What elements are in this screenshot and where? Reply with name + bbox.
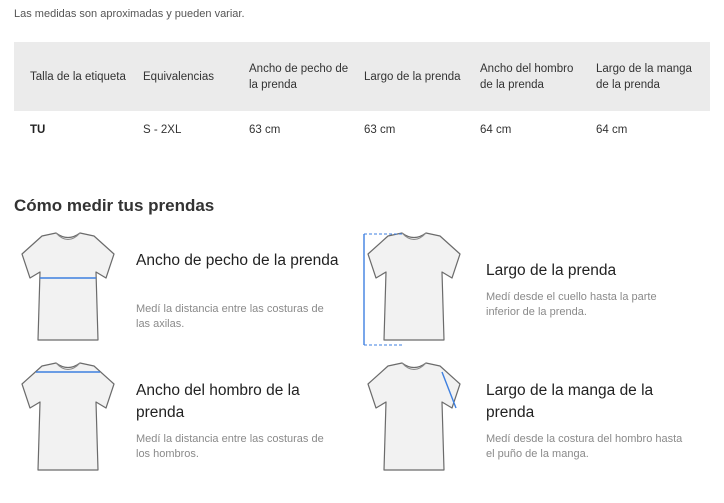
column-header-equivalences: Equivalencias [143, 70, 214, 83]
cell-size: TU [30, 124, 46, 136]
tshirt-shoulder-width-icon [12, 362, 124, 478]
table-row: TU S - 2XL 63 cm 63 cm 64 cm 64 cm [14, 111, 710, 149]
cell-shoulder-width: 64 cm [480, 124, 512, 136]
column-header-shoulder-width: Ancho del hombro de la prenda [480, 62, 574, 91]
measure-card-length: Largo de la prenda Medí desde el cuello … [362, 232, 702, 352]
measure-card-chest-width: Ancho de pecho de la prenda Medí la dist… [12, 232, 352, 352]
cell-chest-width: 63 cm [249, 124, 281, 136]
card-description: Medí desde el cuello hasta la parte infe… [486, 291, 657, 318]
card-title: Largo de la prenda [486, 262, 617, 279]
card-description: Medí la distancia entre las costuras de … [136, 433, 324, 460]
card-description: Medí la distancia entre las costuras de … [136, 303, 324, 330]
measure-card-sleeve-length: Largo de la manga de la prenda Medí desd… [362, 362, 702, 482]
how-to-measure-title: Cómo medir tus prendas [14, 196, 215, 215]
tshirt-chest-width-icon [12, 232, 124, 348]
tshirt-length-icon [362, 232, 474, 348]
card-title: Ancho de pecho de la prenda [136, 252, 339, 269]
column-header-length: Largo de la prenda [364, 70, 461, 83]
tshirt-sleeve-length-icon [362, 362, 474, 478]
size-table: Talla de la etiqueta Equivalencias Ancho… [14, 42, 710, 149]
card-description: Medí desde la costura del hombro hasta e… [486, 433, 683, 460]
cell-sleeve-length: 64 cm [596, 124, 628, 136]
column-header-sleeve-length: Largo de la manga de la prenda [596, 62, 692, 91]
cell-length: 63 cm [364, 124, 396, 136]
size-table-header-row: Talla de la etiqueta Equivalencias Ancho… [14, 42, 710, 111]
disclaimer-text: Las medidas son aproximadas y pueden var… [14, 8, 245, 20]
cell-equivalences: S - 2XL [143, 124, 182, 136]
column-header-chest-width: Ancho de pecho de la prenda [249, 62, 349, 91]
card-title: Ancho del hombro de la prenda [136, 382, 300, 421]
column-header-label-size: Talla de la etiqueta [30, 70, 126, 83]
card-title: Largo de la manga de la prenda [486, 382, 654, 421]
measure-card-shoulder-width: Ancho del hombro de la prenda Medí la di… [12, 362, 352, 482]
